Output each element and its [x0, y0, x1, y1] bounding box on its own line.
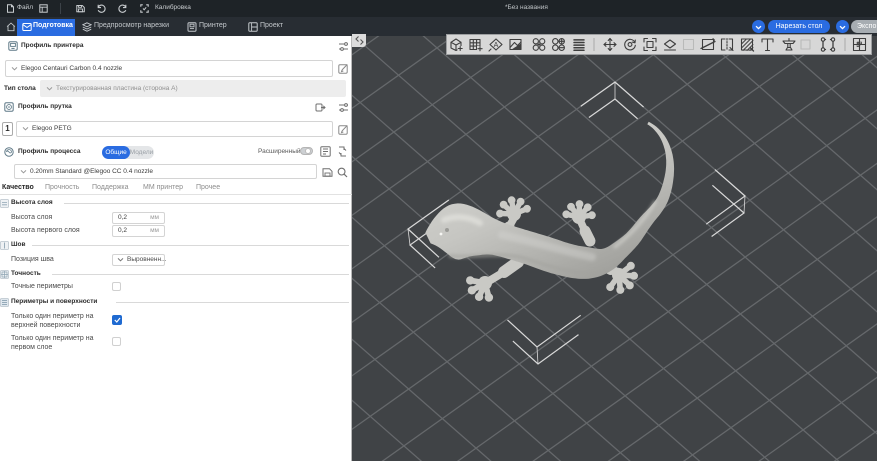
- svg-text:A: A: [494, 42, 499, 49]
